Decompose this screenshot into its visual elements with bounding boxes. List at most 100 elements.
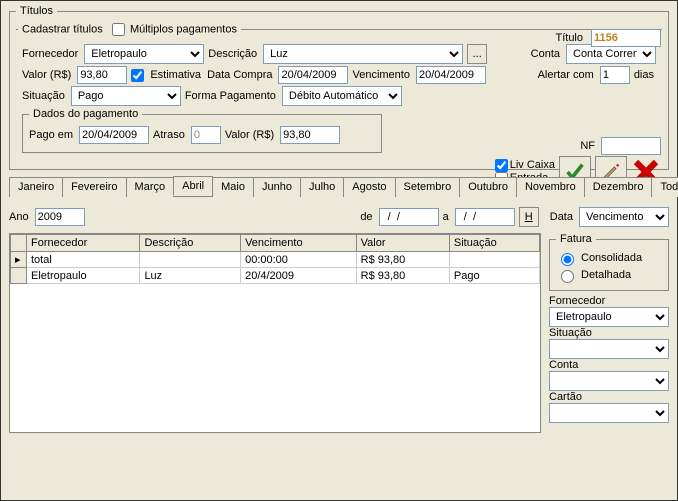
- forma-pg-select[interactable]: Débito Automático: [282, 86, 402, 106]
- tab-maio[interactable]: Maio: [212, 177, 254, 197]
- titulos-legend: Títulos: [16, 5, 57, 17]
- table-row[interactable]: ▸total 00:00:00R$ 93,80: [11, 252, 540, 268]
- cell-descricao: Luz: [140, 268, 241, 284]
- fatura-legend: Fatura: [556, 233, 596, 245]
- dados-pg-fieldset: Dados do pagamento Pago em Atraso Valor …: [22, 108, 382, 153]
- nf-label: NF: [580, 140, 595, 152]
- liv-caixa-checkbox[interactable]: [495, 159, 508, 172]
- pago-em-input[interactable]: [79, 126, 149, 144]
- cell-descricao: [140, 252, 241, 268]
- fornecedor-label: Fornecedor: [22, 48, 78, 60]
- tab-dezembro[interactable]: Dezembro: [584, 177, 653, 197]
- side-cartao-label: Cartão: [549, 391, 667, 403]
- side-situacao-label: Situação: [549, 327, 667, 339]
- tab-agosto[interactable]: Agosto: [343, 177, 395, 197]
- cell-vencimento: 00:00:00: [241, 252, 357, 268]
- tab-março[interactable]: Março: [126, 177, 175, 197]
- conta-label: Conta: [531, 48, 560, 60]
- pg-valor-input[interactable]: [280, 126, 340, 144]
- situacao-select[interactable]: Pago: [71, 86, 181, 106]
- cell-valor: R$ 93,80: [356, 268, 449, 284]
- tab-junho[interactable]: Junho: [253, 177, 301, 197]
- titulos-fieldset: Títulos Título Cadastrar títulos Múltipl…: [9, 5, 669, 170]
- h-button[interactable]: H: [519, 207, 539, 227]
- alertar-label: Alertar com: [538, 69, 594, 81]
- cell-situacao: Pago: [449, 268, 539, 284]
- multiplos-label: Múltiplos pagamentos: [130, 23, 237, 35]
- forma-pg-label: Forma Pagamento: [185, 90, 276, 102]
- de-input[interactable]: [379, 208, 439, 226]
- cell-situacao: [449, 252, 539, 268]
- month-tabs: JaneiroFevereiroMarçoAbrilMaioJunhoJulho…: [9, 176, 669, 197]
- cadastrar-legend: Cadastrar títulos: [22, 23, 103, 35]
- descricao-select[interactable]: Luz: [263, 44, 463, 64]
- titulo-label: Título: [555, 32, 583, 44]
- valor-label: Valor (R$): [22, 69, 71, 81]
- side-cartao-select[interactable]: [549, 403, 669, 423]
- fatura-detalhada-radio[interactable]: [561, 270, 574, 283]
- fornecedor-select[interactable]: Eletropaulo: [84, 44, 204, 64]
- tab-janeiro[interactable]: Janeiro: [9, 177, 63, 197]
- descricao-label: Descrição: [208, 48, 257, 60]
- alertar-input[interactable]: [600, 66, 630, 84]
- a-input[interactable]: [455, 208, 515, 226]
- tab-outubro[interactable]: Outubro: [459, 177, 517, 197]
- dados-pg-legend: Dados do pagamento: [29, 108, 142, 120]
- titulo-input[interactable]: [591, 29, 661, 47]
- pg-valor-label: Valor (R$): [225, 129, 274, 141]
- tab-fevereiro[interactable]: Fevereiro: [62, 177, 126, 197]
- nf-input[interactable]: [601, 137, 661, 155]
- vencimento-label: Vencimento: [352, 69, 409, 81]
- pago-em-label: Pago em: [29, 129, 73, 141]
- fatura-consolidada-radio[interactable]: [561, 253, 574, 266]
- table-row[interactable]: EletropauloLuz20/4/2009R$ 93,80Pago: [11, 268, 540, 284]
- side-fornecedor-label: Fornecedor: [549, 295, 667, 307]
- tab-julho[interactable]: Julho: [300, 177, 344, 197]
- liv-caixa-label: Liv Caixa: [510, 159, 555, 171]
- valor-input[interactable]: [77, 66, 127, 84]
- col-valor[interactable]: Valor: [356, 235, 449, 252]
- atraso-label: Atraso: [153, 129, 185, 141]
- cell-valor: R$ 93,80: [356, 252, 449, 268]
- col-situação[interactable]: Situação: [449, 235, 539, 252]
- a-label: a: [443, 211, 449, 223]
- data-compra-label: Data Compra: [207, 69, 272, 81]
- row-indicator: [11, 268, 27, 284]
- estimativa-checkbox[interactable]: [131, 69, 144, 82]
- data-select[interactable]: Vencimento: [579, 207, 669, 227]
- de-label: de: [360, 211, 372, 223]
- atraso-input[interactable]: [191, 126, 221, 144]
- cell-vencimento: 20/4/2009: [241, 268, 357, 284]
- ano-input[interactable]: [35, 208, 85, 226]
- titulos-window: Títulos Título Cadastrar títulos Múltipl…: [0, 0, 678, 501]
- data-label: Data: [550, 211, 573, 223]
- tab-todos[interactable]: Todos: [651, 177, 678, 197]
- cell-fornecedor: total: [27, 252, 140, 268]
- tab-abril[interactable]: Abril: [173, 176, 213, 196]
- side-panel: Fatura Consolidada Detalhada Fornecedor …: [549, 233, 669, 433]
- estimativa-label: Estimativa: [150, 69, 201, 81]
- col-vencimento[interactable]: Vencimento: [241, 235, 357, 252]
- fatura-detalhada-label: Detalhada: [581, 269, 631, 281]
- multiplos-checkbox[interactable]: [112, 23, 125, 36]
- tab-setembro[interactable]: Setembro: [395, 177, 461, 197]
- side-situacao-select[interactable]: [549, 339, 669, 359]
- data-compra-input[interactable]: [278, 66, 348, 84]
- dias-label: dias: [634, 69, 654, 81]
- side-conta-select[interactable]: [549, 371, 669, 391]
- titulos-grid[interactable]: FornecedorDescriçãoVencimentoValorSituaç…: [9, 233, 541, 433]
- side-conta-label: Conta: [549, 359, 667, 371]
- col-descrição[interactable]: Descrição: [140, 235, 241, 252]
- descricao-more-button[interactable]: ...: [467, 44, 487, 64]
- row-indicator: ▸: [11, 252, 27, 268]
- col-fornecedor[interactable]: Fornecedor: [27, 235, 140, 252]
- vencimento-input[interactable]: [416, 66, 486, 84]
- tab-novembro[interactable]: Novembro: [516, 177, 585, 197]
- ano-label: Ano: [9, 211, 29, 223]
- cell-fornecedor: Eletropaulo: [27, 268, 140, 284]
- fatura-consolidada-label: Consolidada: [581, 252, 642, 264]
- situacao-label: Situação: [22, 90, 65, 102]
- fatura-fieldset: Fatura Consolidada Detalhada: [549, 233, 669, 291]
- side-fornecedor-select[interactable]: Eletropaulo: [549, 307, 669, 327]
- conta-select[interactable]: Conta Corren: [566, 44, 656, 64]
